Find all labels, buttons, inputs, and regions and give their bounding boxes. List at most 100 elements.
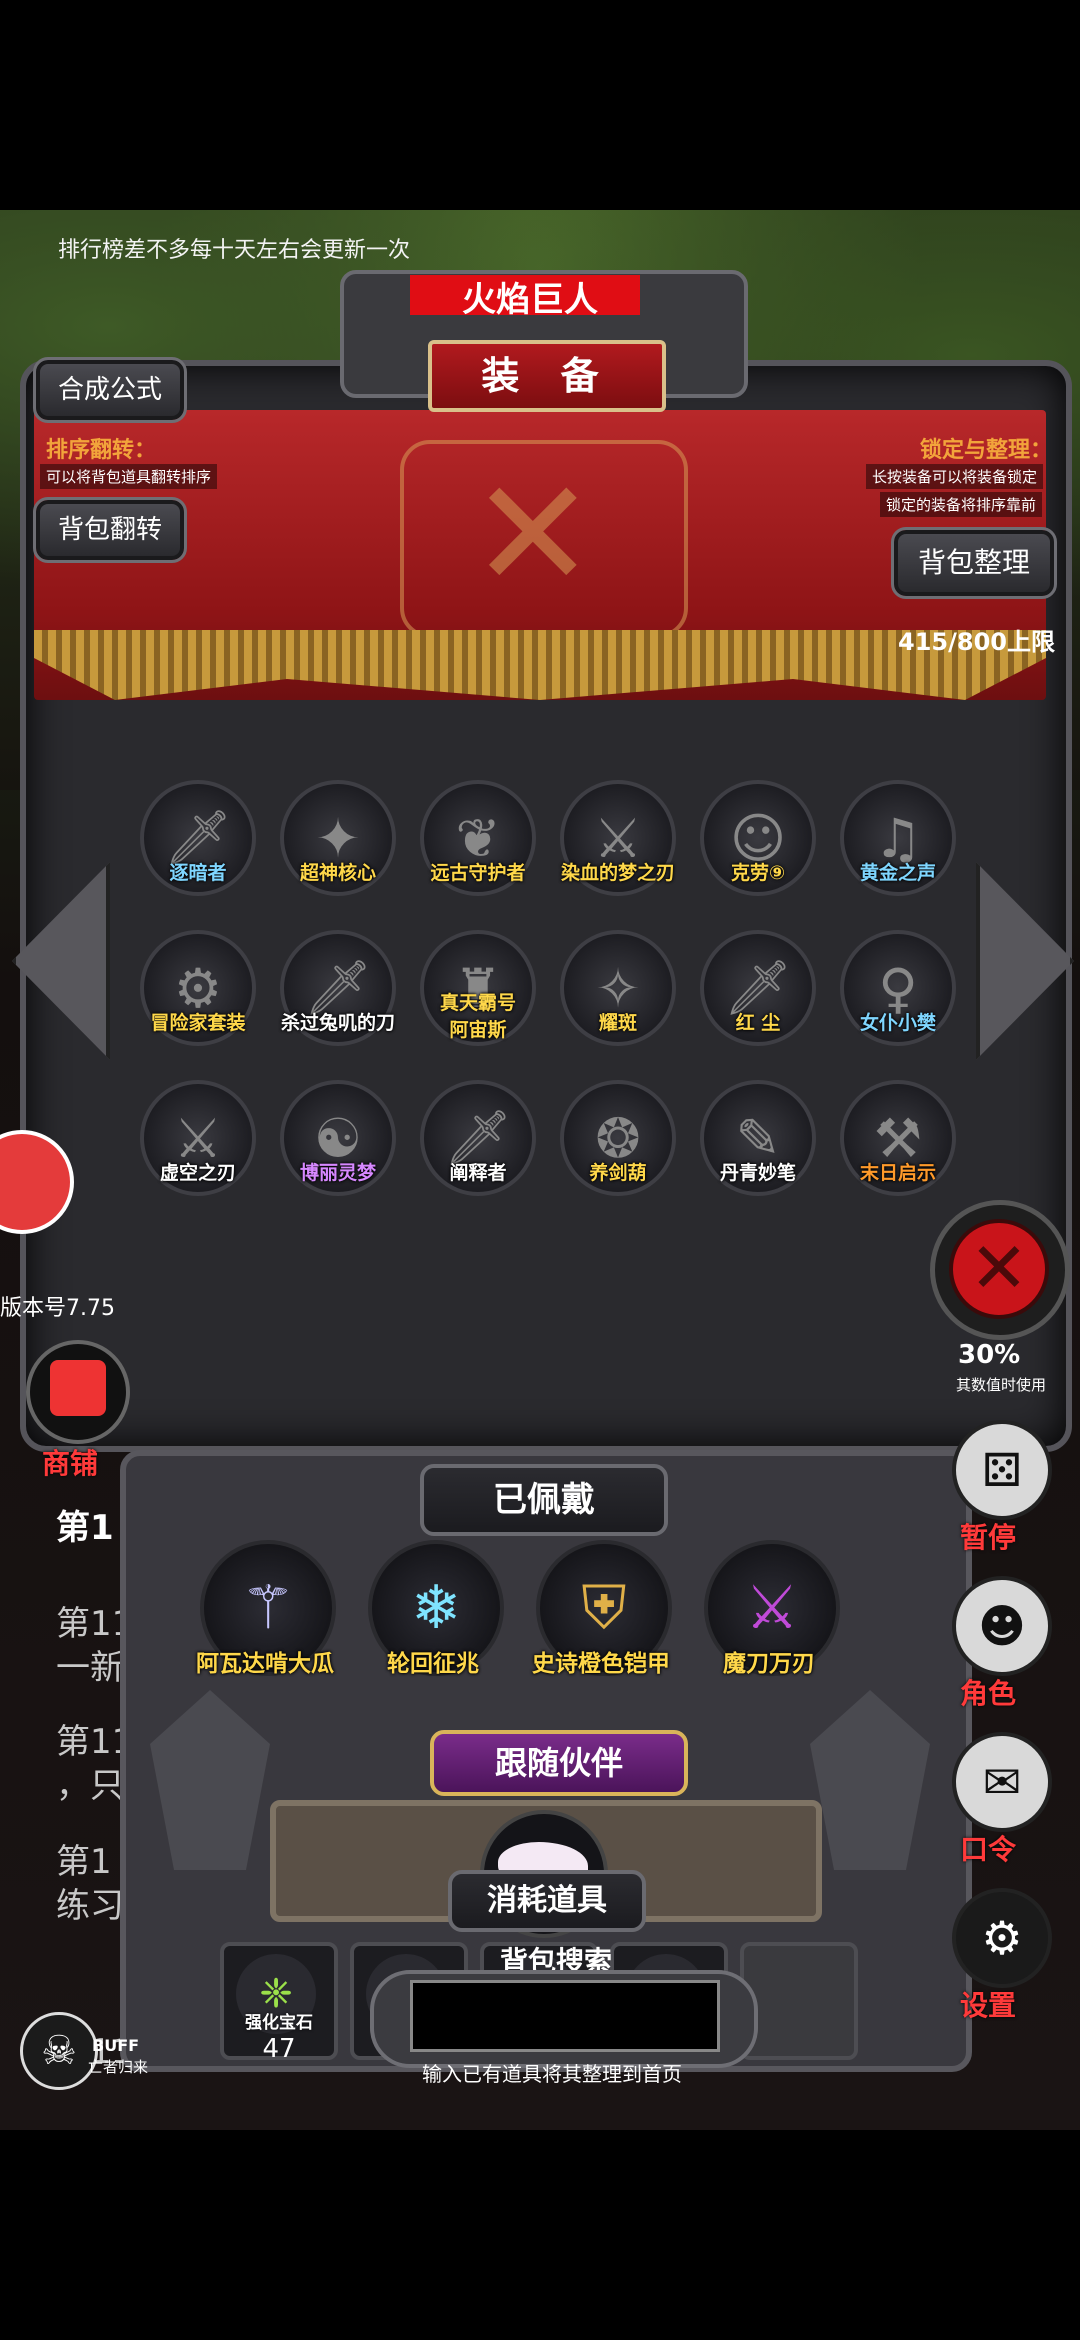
inventory-item-label: 逐暗者 <box>169 862 227 884</box>
inventory-item[interactable]: ⚔ 染血的梦之刃 <box>560 780 676 896</box>
banner-fringe <box>34 630 1046 700</box>
log-line: 练习 <box>56 1886 124 1926</box>
inventory-item-label: 末日启示 <box>859 1162 936 1184</box>
inventory-item[interactable]: 🗡 阐释者 <box>420 1080 536 1196</box>
inventory-item[interactable]: ⚔ 虚空之刃 <box>140 1080 256 1196</box>
organize-bag-button-label: 背包整理 <box>917 546 1030 579</box>
password-button[interactable]: ✉ <box>952 1732 1052 1832</box>
top-black-bar <box>0 0 1080 210</box>
sort-hint-title: 排序翻转： <box>46 438 157 463</box>
buff-label: BUFF <box>92 2036 140 2055</box>
equipped-row: ⚚ 阿瓦达啃大瓜 ❄ 轮回征兆 ⛨ 史诗橙色铠甲 ⚔ 魔刀万刃 <box>196 1540 920 1740</box>
lock-hint-body: 锁定的装备将排序靠前 <box>880 492 1043 517</box>
equipped-item-label: 史诗橙色铠甲 <box>532 1651 670 1677</box>
shop-button[interactable] <box>26 1340 130 1444</box>
lock-hint-body: 长按装备可以将装备锁定 <box>866 464 1044 489</box>
scroll-icon: ✉ <box>982 1755 1022 1809</box>
inventory-item-label: 丹青妙笔 <box>719 1162 796 1184</box>
inventory-item-label: 女仆小樊 <box>859 1012 936 1034</box>
equipped-item[interactable]: ❄ 轮回征兆 <box>368 1540 504 1677</box>
sort-hint-body: 可以将背包道具翻转排序 <box>40 464 218 489</box>
buff-description: 亡者归来 <box>88 2058 149 2076</box>
equipped-item[interactable]: ⛨ 史诗橙色铠甲 <box>532 1540 672 1677</box>
equipped-item-label: 阿瓦达啃大瓜 <box>196 1651 334 1677</box>
dice-icon: ⚄ <box>982 1443 1022 1497</box>
screen-title: 装 备 <box>428 340 666 412</box>
close-button[interactable]: ✕ <box>930 1200 1070 1340</box>
equipped-item-label: 轮回征兆 <box>387 1651 479 1677</box>
flip-bag-button-label: 背包翻转 <box>57 515 162 545</box>
item-grid: 🗡 逐暗者 ✦ 超神核心 ❦ 远古守护者 ⚔ 染血的梦之刃 ☺ 克劳⑨ ♫ 黄金之声 ⚙ 冒险家套装 🗡 杀过… <box>140 780 960 1240</box>
inventory-item-label: 养剑葫 <box>589 1162 647 1184</box>
equipped-item-label: 魔刀万刃 <box>723 1651 815 1677</box>
inventory-item-label: 远古守护者 <box>430 862 526 884</box>
equipped-item[interactable]: ⚚ 阿瓦达啃大瓜 <box>196 1540 336 1677</box>
equipped-item[interactable]: ⚔ 魔刀万刃 <box>704 1540 840 1677</box>
inventory-item[interactable]: 🗡 红 尘 <box>700 930 816 1046</box>
version-label: 版本号7.75 <box>0 1296 115 1321</box>
inventory-item[interactable]: ♀ 女仆小樊 <box>840 930 956 1046</box>
inventory-item[interactable]: ✎ 丹青妙笔 <box>700 1080 816 1196</box>
log-line: 第1 <box>56 1842 112 1882</box>
inventory-item[interactable]: ✧ 耀斑 <box>560 930 676 1046</box>
inventory-item[interactable]: ⚒ 末日启示 <box>840 1080 956 1196</box>
bag-capacity: 415/800上限 <box>898 628 1055 656</box>
skull-icon: ☠ <box>20 2012 98 2090</box>
inventory-item[interactable]: 🗡 逐暗者 <box>140 780 256 896</box>
stat-caption: 其数值时使用 <box>956 1376 1047 1394</box>
consumable-slot[interactable]: ❈ 强化宝石 47 <box>220 1942 338 2064</box>
search-input[interactable] <box>410 1980 720 2052</box>
close-icon: ✕ <box>949 1219 1049 1319</box>
consumable-count: 47 <box>262 2034 296 2064</box>
inventory-item-label: 黄金之声 <box>859 862 936 884</box>
inventory-item-label: 克劳⑨ <box>730 862 786 884</box>
inventory-item-label: 真天霸号 阿宙斯 <box>439 992 516 1041</box>
character-button[interactable]: ☻ <box>952 1576 1052 1676</box>
inventory-item[interactable]: ❂ 养剑葫 <box>560 1080 676 1196</box>
shop-label: 商铺 <box>42 1447 99 1480</box>
hooded-figure-icon: ☻ <box>978 1599 1026 1653</box>
log-line: 第1 <box>56 1508 114 1548</box>
recipe-button-label: 合成公式 <box>57 375 162 405</box>
inventory-item-label: 染血的梦之刃 <box>560 862 675 884</box>
shop-icon <box>50 1360 106 1416</box>
pause-label: 暂停 <box>960 1521 1017 1554</box>
inventory-item-label: 红 尘 <box>735 1012 781 1034</box>
boss-name: 火焰巨人 <box>462 280 598 320</box>
inventory-item-label: 虚空之刃 <box>159 1162 236 1184</box>
inventory-item[interactable]: ☺ 克劳⑨ <box>700 780 816 896</box>
search-hint: 输入已有道具将其整理到首页 <box>422 2062 682 2086</box>
crossed-swords-icon: ✕ <box>470 448 596 622</box>
news-ticker: 排行榜差不多每十天左右会更新一次 <box>58 238 411 263</box>
inventory-item-label: 耀斑 <box>598 1012 637 1034</box>
inventory-item[interactable]: ☯ 博丽灵梦 <box>280 1080 396 1196</box>
bottom-black-bar <box>0 2130 1080 2340</box>
stat-value: 30% <box>958 1340 1021 1370</box>
inventory-item[interactable]: ✦ 超神核心 <box>280 780 396 896</box>
empty-consumable-slot[interactable] <box>740 1942 858 2060</box>
inventory-item[interactable]: ♫ 黄金之声 <box>840 780 956 896</box>
settings-button[interactable]: ⚙ <box>952 1888 1052 1988</box>
pause-button[interactable]: ⚄ <box>952 1420 1052 1520</box>
organize-bag-button[interactable]: 背包整理 <box>891 527 1057 599</box>
inventory-item-label: 超神核心 <box>299 862 376 884</box>
inventory-item[interactable]: ⚙ 冒险家套装 <box>140 930 256 1046</box>
inventory-item[interactable]: 🗡 杀过兔叽的刀 <box>280 930 396 1046</box>
log-line: 一新 <box>56 1648 124 1688</box>
settings-label: 设置 <box>960 1989 1017 2022</box>
gear-icon: ⚙ <box>981 1911 1023 1965</box>
password-label: 口令 <box>960 1833 1017 1866</box>
recipe-button[interactable]: 合成公式 <box>33 357 187 423</box>
log-line: ，只 <box>56 1766 124 1806</box>
flip-bag-button[interactable]: 背包翻转 <box>33 497 187 563</box>
inventory-item[interactable]: ❦ 远古守护者 <box>420 780 536 896</box>
consumables-title: 消耗道具 <box>448 1870 646 1932</box>
game-view: 排行榜差不多每十天左右会更新一次 第1 第1115 一新 第11 ，只 第1 练… <box>0 210 1080 2130</box>
inventory-item-label: 杀过兔叽的刀 <box>280 1012 395 1034</box>
inventory-item-label: 博丽灵梦 <box>299 1162 376 1184</box>
inventory-item-label: 阐释者 <box>449 1162 507 1184</box>
lock-hint-title: 锁定与整理： <box>920 438 1053 463</box>
inventory-item[interactable]: ♜ 真天霸号 阿宙斯 <box>420 930 536 1046</box>
character-label: 角色 <box>960 1677 1017 1710</box>
consumable-name: 强化宝石 <box>245 2013 313 2033</box>
